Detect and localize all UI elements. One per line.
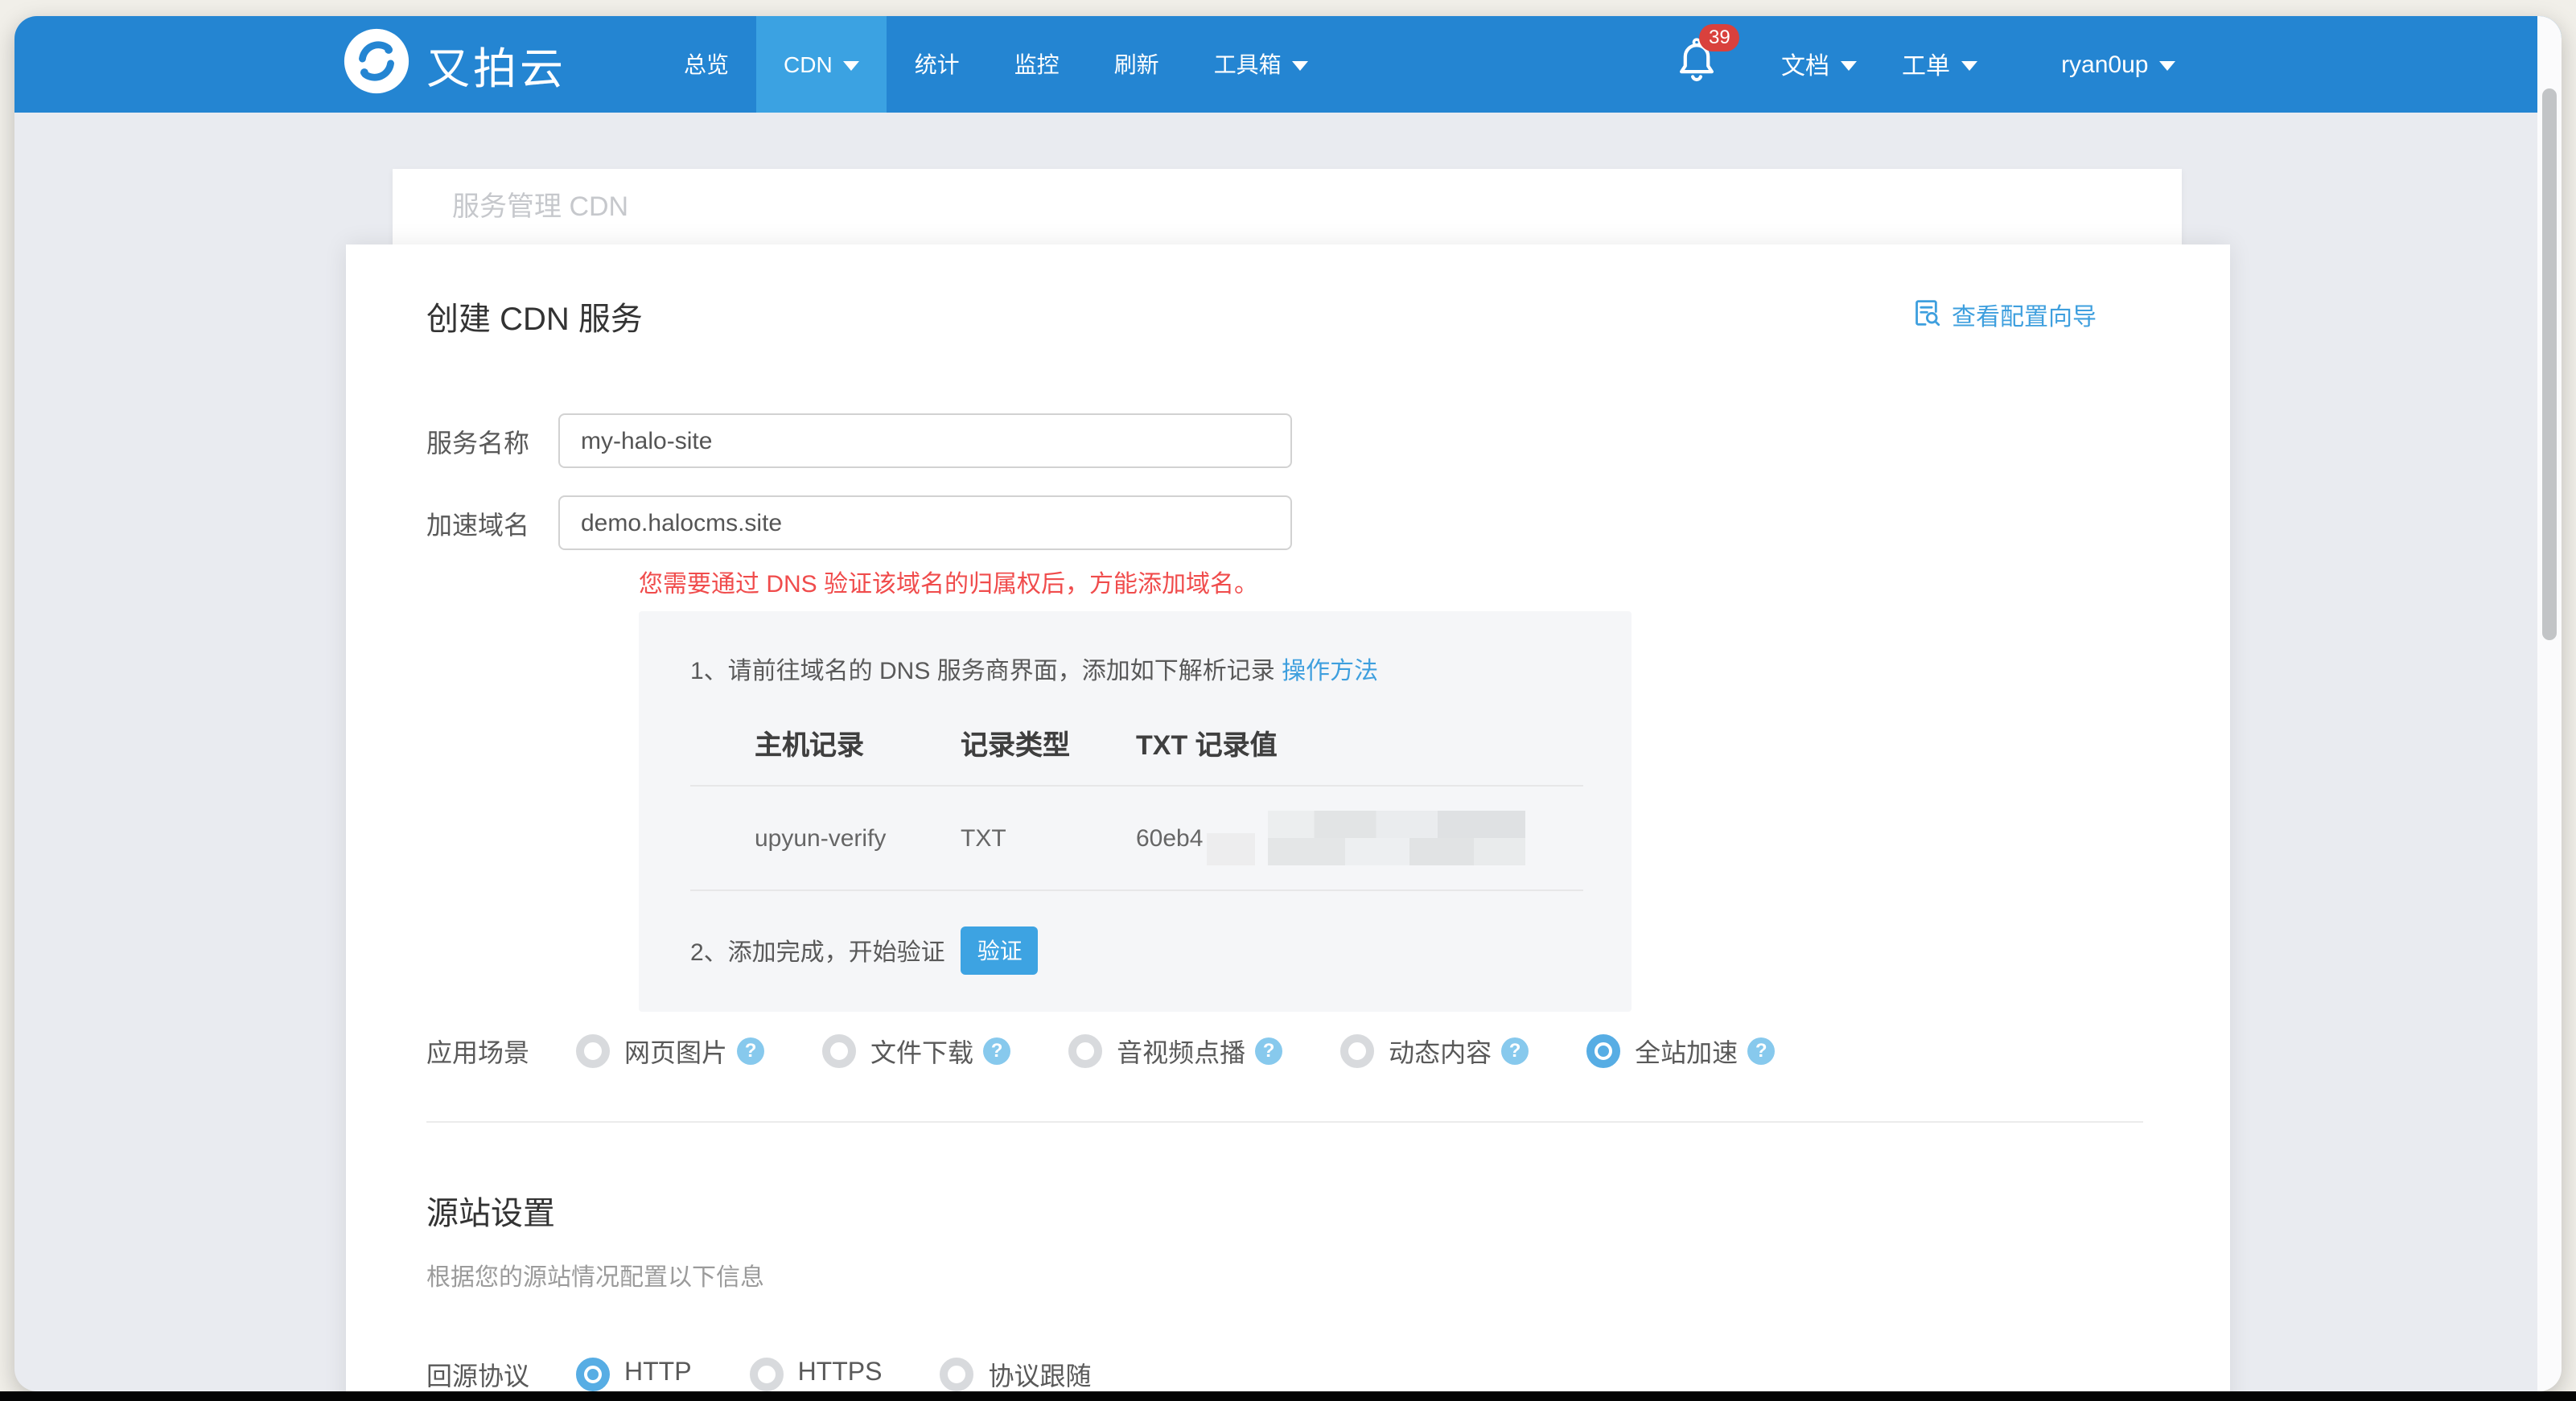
main-nav: 总览 CDN 统计 监控 刷新 工具箱 (656, 16, 1336, 113)
dns-record-row: upyun-verify TXT 60eb4 (690, 787, 1583, 889)
bell-icon (1675, 64, 1718, 92)
col-type: 记录类型 (961, 722, 1136, 762)
radio-icon[interactable] (750, 1357, 784, 1391)
username: ryan0up (2061, 51, 2148, 78)
create-cdn-card: 创建 CDN 服务 查看配置向导 (346, 244, 2230, 1391)
col-host: 主机记录 (755, 722, 961, 762)
dns-verify-box: 1、请前往域名的 DNS 服务商界面，添加如下解析记录 操作方法 主机记录 记录… (639, 611, 1632, 1012)
card-header: 创建 CDN 服务 查看配置向导 (346, 244, 2230, 339)
domain-input[interactable] (558, 495, 1292, 550)
radio-icon[interactable] (576, 1357, 610, 1391)
radio-icon[interactable] (1586, 1033, 1620, 1067)
protocol-option-https[interactable]: HTTPS (750, 1357, 883, 1391)
wizard-doc-search-icon (1913, 299, 1940, 333)
chevron-down-icon (2160, 61, 2176, 71)
help-icon[interactable] (1501, 1037, 1529, 1064)
protocol-option-follow[interactable]: 协议跟随 (940, 1354, 1091, 1391)
record-type: TXT (961, 824, 1136, 852)
scenario-option-webimage[interactable]: 网页图片 (576, 1031, 764, 1070)
service-name-label: 服务名称 (426, 421, 558, 460)
notification-badge: 39 (1699, 24, 1740, 51)
help-icon[interactable] (737, 1037, 764, 1064)
nav-refresh[interactable]: 刷新 (1087, 16, 1187, 113)
scenario-options: 网页图片 文件下载 音视频点播 (558, 1031, 1775, 1070)
protocol-label: 回源协议 (426, 1354, 558, 1391)
nav-cdn[interactable]: CDN (756, 16, 887, 113)
scenario-row: 应用场景 网页图片 文件下载 (426, 1031, 2230, 1070)
chevron-down-icon (1961, 61, 1977, 71)
dns-step2: 2、添加完成，开始验证 验证 (690, 926, 1583, 975)
how-to-link[interactable]: 操作方法 (1282, 658, 1378, 685)
page-title: 创建 CDN 服务 (426, 293, 643, 339)
col-value: TXT 记录值 (1136, 722, 1583, 762)
bottom-edge (0, 1391, 2576, 1401)
section-divider (426, 1121, 2143, 1123)
radio-icon[interactable] (822, 1033, 856, 1067)
radio-icon[interactable] (940, 1357, 973, 1391)
protocol-option-http[interactable]: HTTP (576, 1357, 692, 1391)
breadcrumb: 服务管理 CDN (393, 169, 2182, 253)
header-right-group: 39 文档 工单 ryan0up (1675, 16, 2176, 113)
chevron-down-icon (1841, 61, 1857, 71)
scrollbar-track[interactable] (2537, 16, 2562, 1391)
origin-section-title: 源站设置 (426, 1187, 2230, 1234)
chevron-down-icon (1293, 61, 1309, 71)
radio-icon[interactable] (1068, 1033, 1102, 1067)
user-menu[interactable]: ryan0up (2061, 51, 2175, 78)
domain-row: 加速域名 (426, 495, 2230, 550)
scenario-option-download[interactable]: 文件下载 (822, 1031, 1010, 1070)
domain-label: 加速域名 (426, 503, 558, 542)
help-icon[interactable] (983, 1037, 1010, 1064)
protocol-options: HTTP HTTPS 协议跟随 (558, 1354, 1092, 1391)
nav-statistics[interactable]: 统计 (887, 16, 987, 113)
scrollbar-thumb[interactable] (2542, 88, 2557, 640)
config-wizard-link[interactable]: 查看配置向导 (1913, 299, 2097, 333)
nav-toolbox[interactable]: 工具箱 (1187, 16, 1336, 113)
redacted-block (1267, 811, 1525, 865)
dns-warning-text: 您需要通过 DNS 验证该域名的归属权后，方能添加域名。 (639, 566, 2230, 600)
chevron-down-icon (844, 61, 860, 71)
dns-table-header: 主机记录 记录类型 TXT 记录值 (690, 722, 1583, 762)
top-navbar: 又拍云 总览 CDN 统计 监控 刷新 (14, 16, 2562, 113)
tickets-menu[interactable]: 工单 (1902, 47, 1977, 81)
radio-icon[interactable] (576, 1033, 610, 1067)
radio-icon[interactable] (1340, 1033, 1374, 1067)
record-value: 60eb4 (1136, 811, 1583, 865)
nav-overview[interactable]: 总览 (656, 16, 756, 113)
redacted-block (1206, 833, 1254, 865)
service-name-input[interactable] (558, 413, 1292, 468)
brand-logo[interactable]: 又拍云 (343, 16, 566, 113)
scenario-option-wholesite[interactable]: 全站加速 (1586, 1031, 1775, 1070)
dns-step1: 1、请前往域名的 DNS 服务商界面，添加如下解析记录 操作方法 (690, 653, 1583, 687)
desktop-background: 又拍云 总览 CDN 统计 监控 刷新 (0, 0, 2576, 1401)
upyun-logo-icon (343, 27, 410, 102)
table-divider (690, 889, 1583, 891)
browser-window: 又拍云 总览 CDN 统计 监控 刷新 (14, 16, 2562, 1391)
page-content: 服务管理 CDN 创建 CDN 服务 (14, 113, 2537, 1391)
help-icon[interactable] (1747, 1037, 1775, 1064)
scenario-option-dynamic[interactable]: 动态内容 (1340, 1031, 1529, 1070)
verify-button[interactable]: 验证 (961, 926, 1039, 975)
help-icon[interactable] (1255, 1037, 1282, 1064)
scenario-label: 应用场景 (426, 1031, 558, 1070)
protocol-row: 回源协议 HTTP HTTPS 协议跟随 (426, 1354, 2230, 1391)
service-name-row: 服务名称 (426, 413, 2230, 468)
brand-name: 又拍云 (426, 33, 566, 96)
docs-menu[interactable]: 文档 (1781, 47, 1857, 81)
record-host: upyun-verify (755, 824, 961, 852)
notifications-button[interactable]: 39 (1675, 37, 1723, 92)
origin-section-desc: 根据您的源站情况配置以下信息 (426, 1259, 2230, 1293)
nav-monitor[interactable]: 监控 (987, 16, 1087, 113)
scenario-option-video[interactable]: 音视频点播 (1068, 1031, 1282, 1070)
